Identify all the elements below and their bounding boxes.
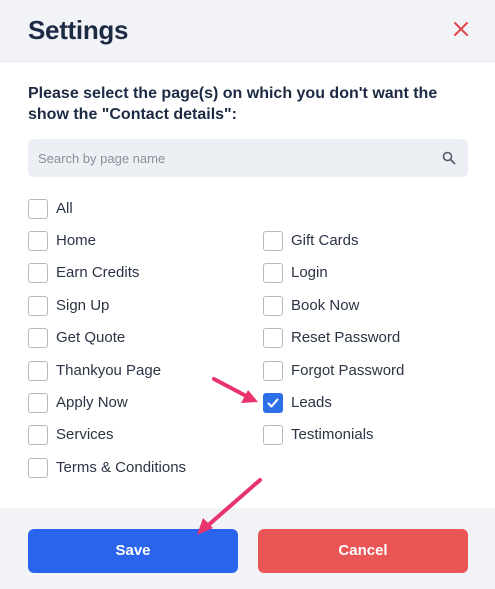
option-label: Terms & Conditions xyxy=(56,459,187,476)
modal-title: Settings xyxy=(28,15,129,45)
option-label: Login xyxy=(291,264,328,281)
checkbox[interactable] xyxy=(263,328,283,348)
arrow-icon xyxy=(212,377,258,403)
search-input[interactable] xyxy=(28,139,428,177)
option-label: Earn Credits xyxy=(56,264,140,281)
checkbox[interactable] xyxy=(28,425,48,445)
checkbox[interactable] xyxy=(28,199,48,219)
option-label: Sign Up xyxy=(56,297,110,314)
option-label: Testimonials xyxy=(291,426,374,443)
checkbox[interactable] xyxy=(263,393,283,413)
option-label: Forgot Password xyxy=(291,362,405,379)
option-label: Book Now xyxy=(291,297,360,314)
checkbox[interactable] xyxy=(28,361,48,381)
checkbox[interactable] xyxy=(263,296,283,316)
modal-header: Settings xyxy=(0,0,495,62)
option-label: Reset Password xyxy=(291,329,401,346)
option-label: Home xyxy=(56,232,97,249)
close-button[interactable] xyxy=(449,17,473,41)
option-label: Leads xyxy=(291,394,332,411)
check-icon xyxy=(267,398,279,408)
checkbox[interactable] xyxy=(28,231,48,251)
cancel-button[interactable]: Cancel xyxy=(258,529,468,573)
option-label: Services xyxy=(56,426,114,443)
checkbox[interactable] xyxy=(263,231,283,251)
checkbox[interactable] xyxy=(28,328,48,348)
checkbox[interactable] xyxy=(28,263,48,283)
option-label: Apply Now xyxy=(56,394,128,411)
checkbox[interactable] xyxy=(263,425,283,445)
search-icon[interactable] xyxy=(442,151,456,165)
option-label: Get Quote xyxy=(56,329,126,346)
search-box xyxy=(28,139,468,177)
checkbox[interactable] xyxy=(263,361,283,381)
save-button[interactable]: Save xyxy=(28,529,238,573)
instruction-text: Please select the page(s) on which you d… xyxy=(28,85,438,123)
checkbox[interactable] xyxy=(263,263,283,283)
checkbox[interactable] xyxy=(28,393,48,413)
checkbox[interactable] xyxy=(28,458,48,478)
checkbox[interactable] xyxy=(28,296,48,316)
modal-footer: Save Cancel xyxy=(0,508,495,589)
option-label: Thankyou Page xyxy=(56,362,162,379)
option-label: Gift Cards xyxy=(291,232,359,249)
option-label: All xyxy=(56,200,73,217)
close-icon xyxy=(454,22,468,36)
settings-modal: Settings Please select the page(s) on wh… xyxy=(0,0,495,589)
